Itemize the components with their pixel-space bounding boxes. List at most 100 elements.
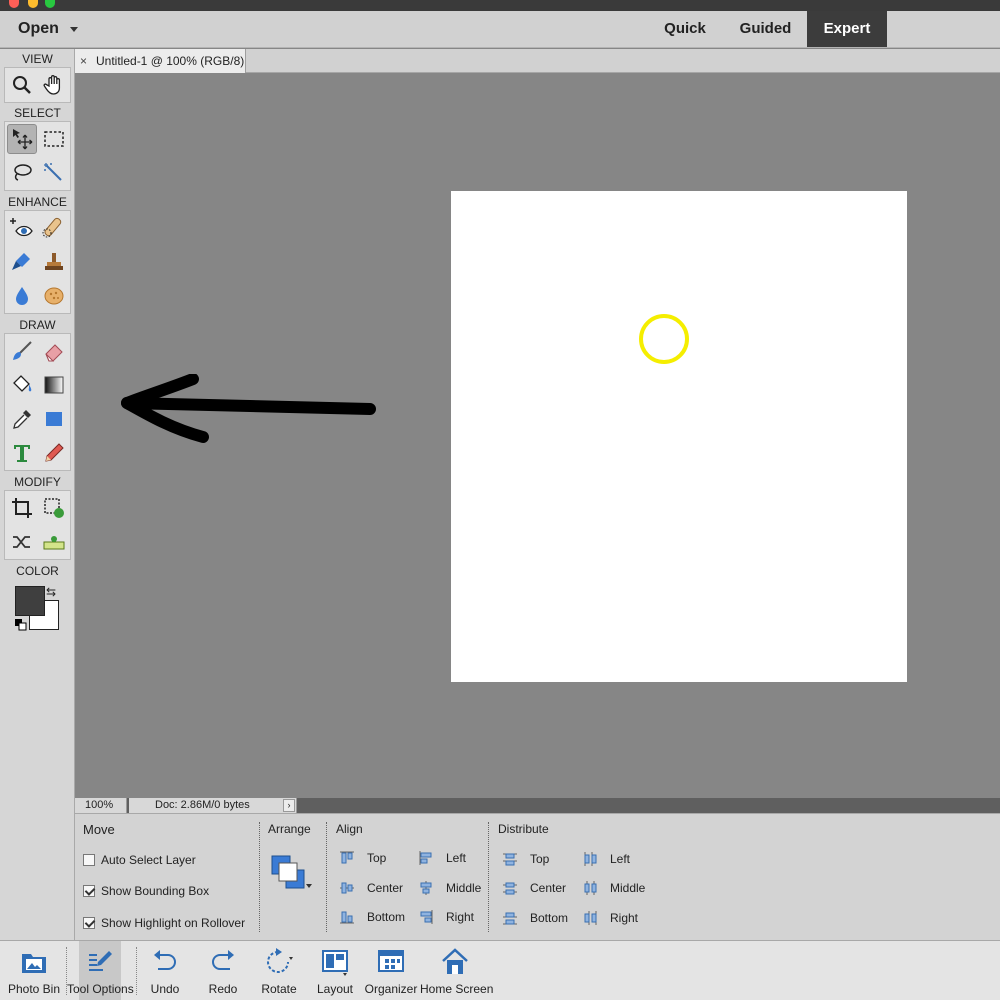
eyedropper-icon: [13, 410, 31, 429]
close-tab-icon[interactable]: ×: [80, 49, 87, 73]
document-info: Doc: 2.86M/0 bytes: [129, 798, 297, 813]
arrange-icon[interactable]: [270, 854, 316, 894]
redo-label: Redo: [208, 982, 238, 996]
auto-select-layer-checkbox[interactable]: Auto Select Layer: [83, 853, 196, 867]
checkbox-box[interactable]: [83, 854, 95, 866]
blur-tool[interactable]: [7, 281, 37, 311]
home-screen-label: Home Screen: [420, 982, 494, 996]
gradient-tool[interactable]: [39, 370, 69, 400]
home-screen-button[interactable]: Home Screen: [420, 941, 494, 1000]
distribute-left-button[interactable]: Left: [582, 851, 630, 867]
document-canvas[interactable]: [451, 191, 907, 682]
rotate-button[interactable]: Rotate: [256, 941, 302, 1000]
show-highlight-checkbox[interactable]: Show Highlight on Rollover: [83, 916, 245, 930]
organizer-label: Organizer: [364, 982, 418, 996]
shape-icon: [46, 412, 62, 426]
photo-bin-label: Photo Bin: [7, 982, 61, 996]
photo-bin-button[interactable]: Photo Bin: [6, 941, 62, 1000]
close-window-button[interactable]: [9, 0, 19, 8]
align-bottom-button[interactable]: Bottom: [339, 909, 405, 925]
align-top-button[interactable]: Top: [339, 850, 386, 866]
distribute-left-label: Left: [610, 852, 631, 866]
show-bounding-box-checkbox[interactable]: Show Bounding Box: [83, 884, 209, 898]
content-aware-move-tool[interactable]: [7, 527, 37, 557]
top-bar: Open Quick Guided Expert: [0, 11, 1000, 48]
align-left-button[interactable]: Left: [418, 850, 466, 866]
paint-bucket-tool[interactable]: [7, 370, 37, 400]
marquee-icon: [44, 131, 64, 147]
checkbox-box[interactable]: [83, 885, 95, 897]
eraser-tool[interactable]: [39, 336, 69, 366]
zoom-tool[interactable]: [7, 70, 37, 100]
move-tool[interactable]: [7, 124, 37, 154]
lasso-tool[interactable]: [7, 158, 37, 188]
recompose-tool[interactable]: [39, 493, 69, 523]
marquee-tool[interactable]: [39, 124, 69, 154]
crop-tool[interactable]: [7, 493, 37, 523]
magic-wand-tool[interactable]: [39, 158, 69, 188]
redo-button[interactable]: Redo: [201, 941, 245, 1000]
redo-icon: [212, 950, 234, 970]
distribute-top-button[interactable]: Top: [502, 851, 549, 867]
organizer-button[interactable]: Organizer: [364, 941, 418, 1000]
distribute-left-icon: [584, 852, 597, 866]
distribute-bottom-label: Bottom: [530, 911, 569, 925]
spot-healing-tool[interactable]: [39, 213, 69, 243]
align-center-button[interactable]: Center: [339, 880, 403, 896]
crop-icon: [12, 498, 32, 518]
undo-button[interactable]: Undo: [143, 941, 187, 1000]
move-options-title: Move: [83, 822, 115, 837]
open-button[interactable]: Open: [18, 20, 59, 38]
blur-icon: [16, 287, 28, 305]
organizer-icon: [378, 950, 404, 972]
align-top-icon: [340, 851, 354, 864]
status-bar: 100% Doc: 2.86M/0 bytes ›: [75, 798, 1000, 813]
tool-options-button[interactable]: Tool Options: [67, 941, 134, 1000]
align-middle-button[interactable]: Middle: [418, 880, 481, 896]
tool-options-icon: [89, 951, 112, 971]
checkbox-box[interactable]: [83, 917, 95, 929]
minimize-window-button[interactable]: [28, 0, 38, 8]
checkbox-label: Show Bounding Box: [101, 884, 210, 898]
mode-tab-quick[interactable]: Quick: [650, 11, 720, 47]
zoom-window-button[interactable]: [45, 0, 55, 8]
brush-tool[interactable]: [7, 336, 37, 366]
align-right-icon: [420, 910, 433, 924]
status-more-button[interactable]: ›: [283, 799, 295, 812]
canvas-workspace[interactable]: [75, 74, 1000, 797]
pencil-tool[interactable]: [39, 438, 69, 468]
photoshop-elements-window: Open Quick Guided Expert VIEW SELECT ENH…: [0, 0, 1000, 1000]
tool-group-select: [4, 121, 71, 191]
distribute-top-label: Top: [530, 852, 550, 866]
default-colors-icon[interactable]: [15, 619, 27, 631]
distribute-right-button[interactable]: Right: [582, 910, 638, 926]
section-label-draw: DRAW: [19, 318, 56, 332]
distribute-center-button[interactable]: Center: [502, 880, 566, 896]
type-tool[interactable]: [7, 438, 37, 468]
section-label-enhance: ENHANCE: [8, 195, 67, 209]
taskbar-divider: [136, 947, 137, 995]
document-tab[interactable]: × Untitled-1 @ 100% (RGB/8): [75, 49, 246, 73]
clone-stamp-tool[interactable]: [39, 247, 69, 277]
smart-brush-tool[interactable]: [7, 247, 37, 277]
swap-colors-icon[interactable]: ⇆: [46, 585, 56, 599]
red-eye-tool[interactable]: [7, 213, 37, 243]
distribute-center-icon: [503, 882, 517, 895]
foreground-color-swatch[interactable]: [15, 586, 45, 616]
sponge-tool[interactable]: [39, 281, 69, 311]
eyedropper-tool[interactable]: [7, 404, 37, 434]
photo-bin-icon: [22, 954, 46, 973]
align-right-button[interactable]: Right: [418, 909, 474, 925]
shape-tool[interactable]: [39, 404, 69, 434]
mode-tab-guided[interactable]: Guided: [728, 11, 803, 47]
distribute-bottom-button[interactable]: Bottom: [502, 910, 568, 926]
mode-tab-expert[interactable]: Expert: [807, 11, 887, 47]
align-left-label: Left: [446, 851, 467, 865]
open-dropdown-caret-icon[interactable]: [70, 27, 78, 32]
zoom-level[interactable]: 100%: [75, 798, 127, 813]
layout-button[interactable]: Layout: [314, 941, 356, 1000]
hand-tool[interactable]: [39, 70, 69, 100]
home-icon: [442, 948, 468, 974]
straighten-tool[interactable]: [39, 527, 69, 557]
distribute-middle-button[interactable]: Middle: [582, 880, 645, 896]
